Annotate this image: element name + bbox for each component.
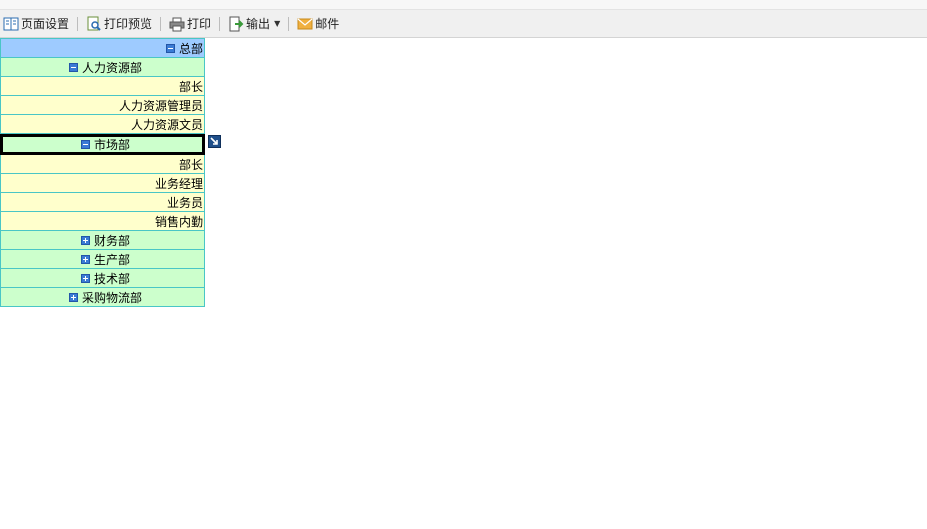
page-setup-label: 页面设置: [21, 17, 70, 31]
collapse-icon[interactable]: [165, 43, 175, 53]
list-item: 业务经理: [0, 174, 205, 193]
root-row[interactable]: 总部: [0, 38, 205, 58]
item-label: 人力资源文员: [130, 117, 203, 132]
collapse-icon[interactable]: [81, 140, 90, 149]
page-setup-icon: [3, 16, 19, 32]
collapse-icon[interactable]: [69, 62, 78, 72]
report-toolbar: 页面设置 打印预览 打印 输出 ▼ 邮件: [0, 10, 927, 38]
page-setup-button[interactable]: 页面设置: [0, 13, 72, 35]
print-preview-button[interactable]: 打印预览: [83, 13, 155, 35]
group-row-market-selected[interactable]: 市场部: [0, 134, 205, 155]
list-item: 部长: [0, 155, 205, 174]
root-label: 总部: [178, 41, 203, 56]
group-label: 采购物流部: [82, 290, 143, 305]
expand-icon[interactable]: [81, 235, 90, 245]
item-label: 销售内勤: [154, 214, 203, 229]
toolbar-separator: [160, 16, 162, 31]
export-label: 输出: [246, 17, 271, 31]
group-label: 财务部: [94, 233, 131, 248]
print-label: 打印: [187, 17, 212, 31]
item-label: 业务经理: [154, 176, 203, 191]
top-strip: [0, 0, 927, 10]
group-row-tech[interactable]: 技术部: [0, 269, 205, 288]
list-item: 业务员: [0, 193, 205, 212]
toolbar-separator: [219, 16, 221, 31]
export-button[interactable]: 输出 ▼: [225, 13, 283, 35]
group-label: 市场部: [94, 138, 131, 152]
list-item: 部长: [0, 77, 205, 96]
export-icon: [228, 16, 244, 32]
list-item: 人力资源管理员: [0, 96, 205, 115]
print-preview-icon: [86, 16, 102, 32]
group-label: 人力资源部: [82, 60, 143, 75]
group-row-procurement[interactable]: 采购物流部: [0, 288, 205, 307]
mail-icon: [297, 16, 313, 32]
group-row-hr[interactable]: 人力资源部: [0, 58, 205, 77]
group-row-finance[interactable]: 财务部: [0, 231, 205, 250]
toolbar-separator: [77, 16, 79, 31]
toolbar-separator: [288, 16, 290, 31]
org-report-table: 总部 人力资源部 部长 人力资源管理员 人力资源文员 市场部 部长 业务经理 业…: [0, 38, 205, 307]
printer-icon: [169, 16, 185, 32]
item-label: 人力资源管理员: [118, 98, 203, 113]
group-label: 生产部: [94, 252, 131, 267]
group-row-production[interactable]: 生产部: [0, 250, 205, 269]
item-label: 部长: [178, 157, 203, 172]
chevron-down-icon[interactable]: ▼: [274, 19, 280, 28]
expand-icon[interactable]: [81, 254, 90, 264]
mail-button[interactable]: 邮件: [294, 13, 342, 35]
mail-label: 邮件: [315, 17, 340, 31]
list-item: 人力资源文员: [0, 115, 205, 134]
print-preview-label: 打印预览: [104, 17, 153, 31]
cell-expand-arrow-icon[interactable]: [208, 135, 221, 148]
group-label: 技术部: [94, 271, 131, 286]
item-label: 部长: [178, 79, 203, 94]
list-item: 销售内勤: [0, 212, 205, 231]
item-label: 业务员: [166, 195, 203, 210]
expand-icon[interactable]: [81, 273, 90, 283]
expand-icon[interactable]: [69, 292, 78, 302]
print-button[interactable]: 打印: [166, 13, 214, 35]
